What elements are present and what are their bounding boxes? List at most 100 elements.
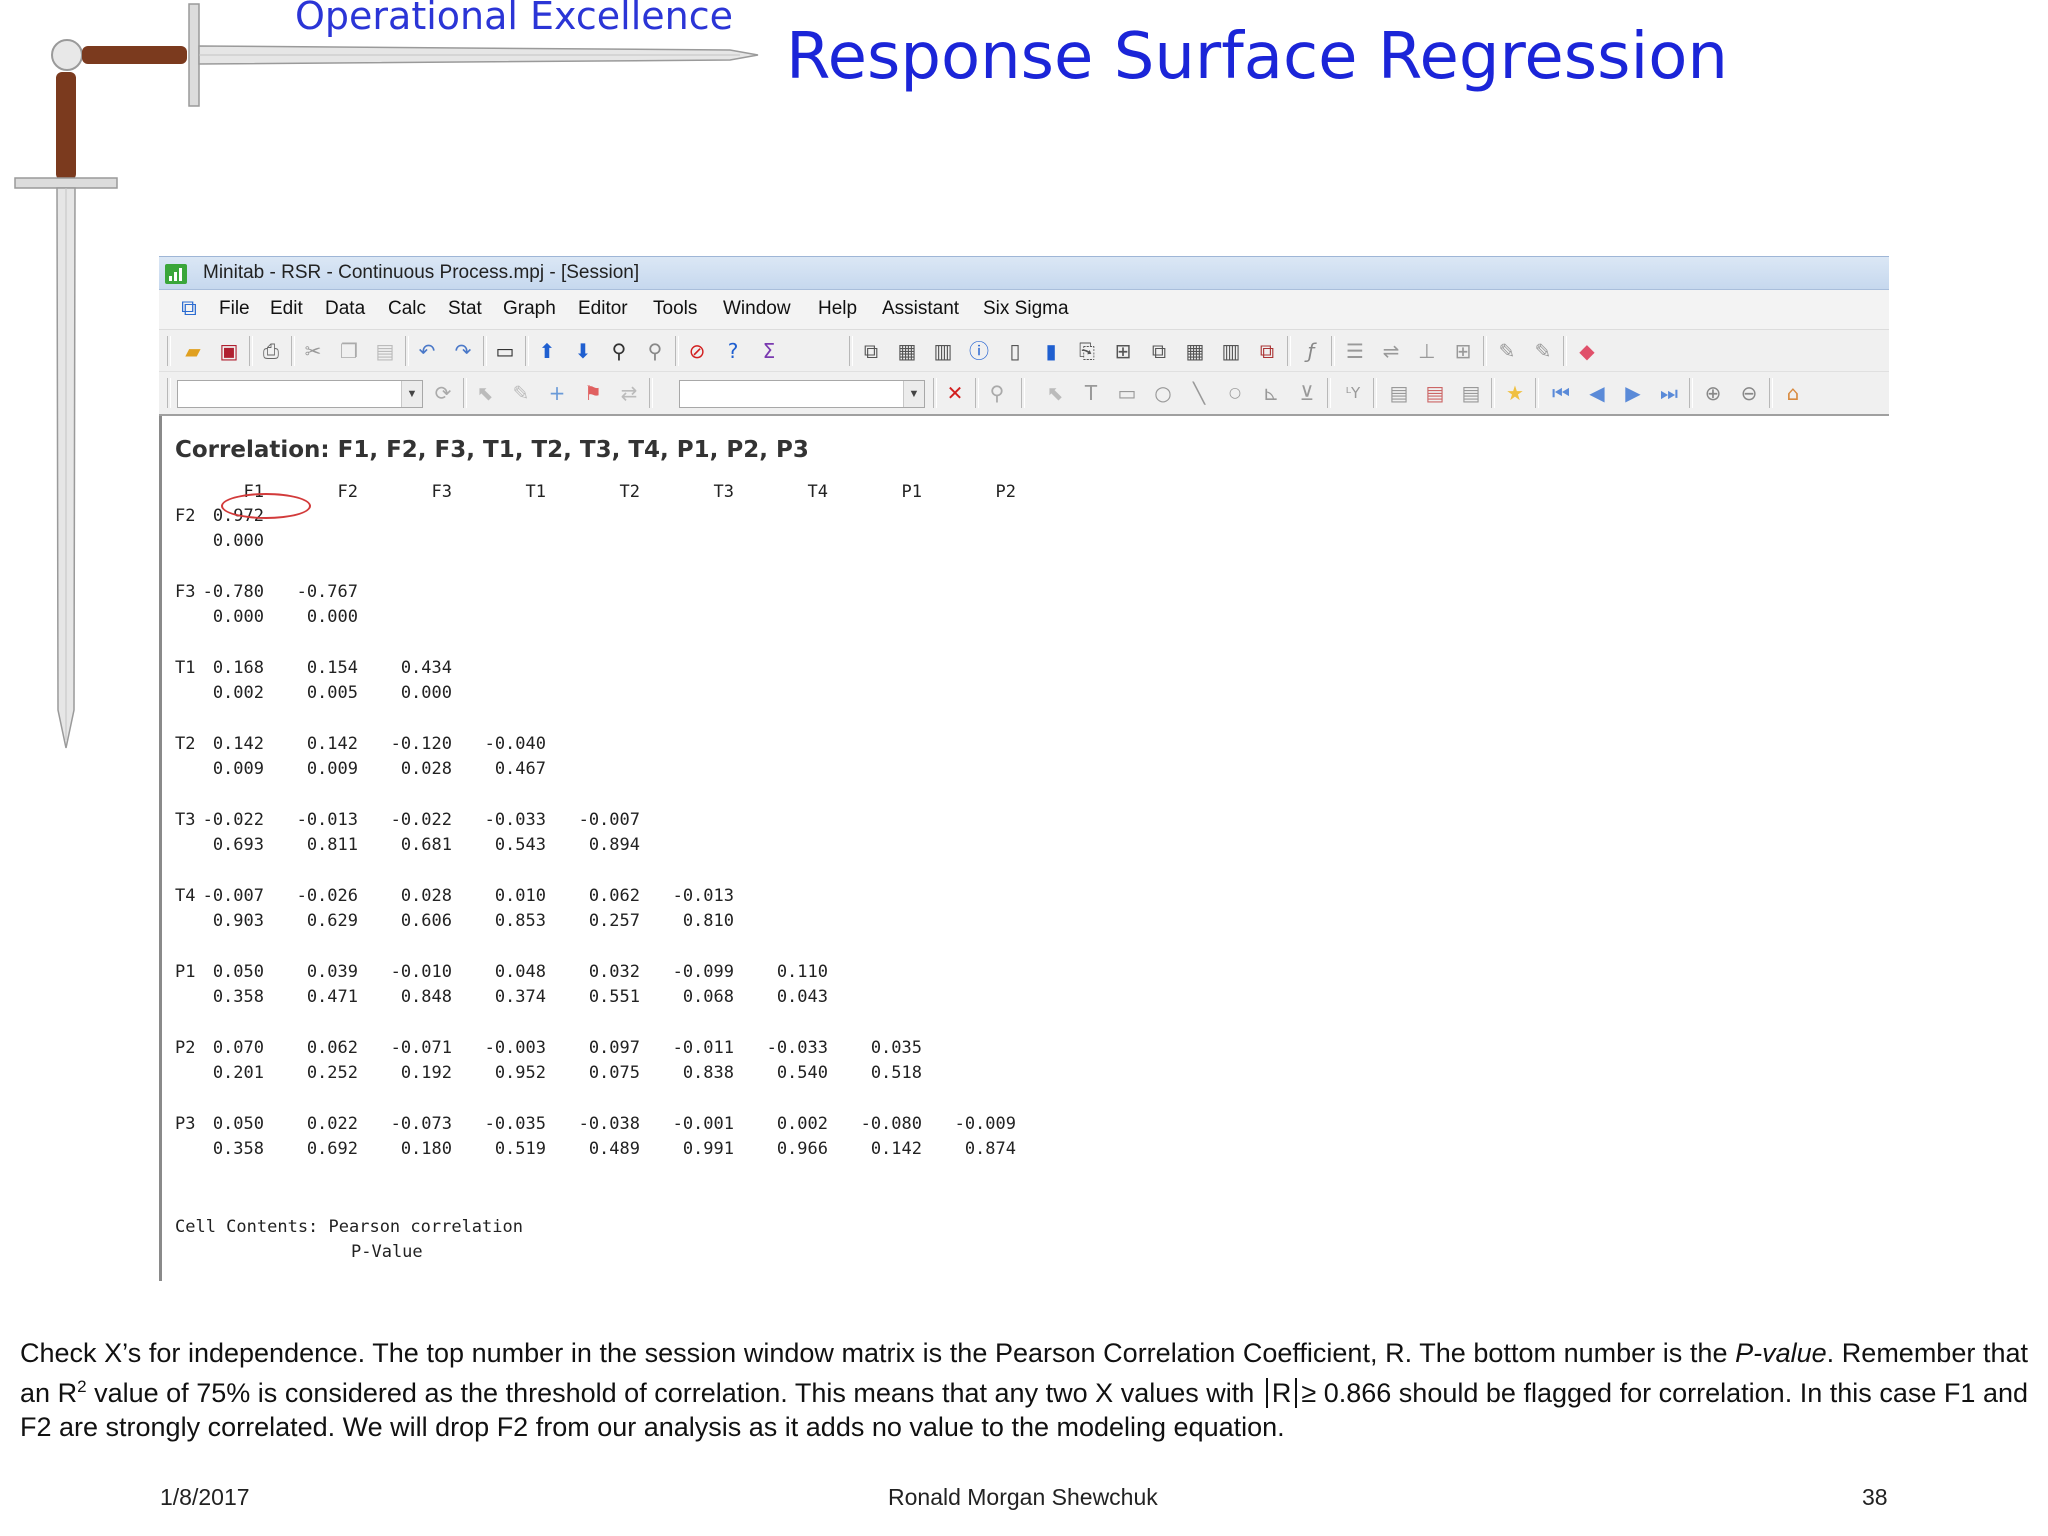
copy-icon[interactable]: ❐ xyxy=(337,339,361,363)
star-icon[interactable]: ★ xyxy=(1503,381,1527,405)
correlation-value: 0.028 xyxy=(400,886,452,906)
correlation-value: -0.120 xyxy=(390,734,452,754)
brushing-icon[interactable]: ⊞ xyxy=(1451,339,1475,363)
info-icon[interactable]: ⓘ xyxy=(967,339,991,363)
find-replace-icon[interactable]: ⚲ xyxy=(643,339,667,363)
remove-graph-icon[interactable]: ▤ xyxy=(1423,381,1447,405)
worksheet-dropdown[interactable]: ▼ xyxy=(177,380,423,408)
column-header-p1: P1 xyxy=(901,482,922,502)
menu-window[interactable]: Window xyxy=(723,298,791,320)
session-pane[interactable]: Correlation: F1, F2, F3, T1, T2, T3, T4,… xyxy=(159,416,1889,1281)
help-icon[interactable]: ? xyxy=(721,339,745,363)
zoom-search-icon[interactable]: ⚲ xyxy=(985,381,1009,405)
next-icon[interactable]: ▶ xyxy=(1621,381,1645,405)
p-value: 0.000 xyxy=(212,531,264,551)
zoom-in-icon[interactable]: ⊕ xyxy=(1701,381,1725,405)
undo-icon[interactable]: ↶ xyxy=(415,339,439,363)
row-id-icon[interactable]: ⊥ xyxy=(1415,339,1439,363)
edit-graph-icon[interactable]: ▤ xyxy=(1387,381,1411,405)
columns-icon[interactable]: ▥ xyxy=(1219,339,1243,363)
window-icon[interactable]: ▭ xyxy=(493,339,517,363)
save-icon[interactable]: ▣ xyxy=(217,339,241,363)
p-value: 0.540 xyxy=(776,1063,828,1083)
correlation-value: -0.767 xyxy=(296,582,358,602)
polyline-tool-icon[interactable]: ⊾ xyxy=(1259,381,1283,405)
new-window-icon[interactable]: ⧉ xyxy=(859,339,883,363)
correlation-value: 0.142 xyxy=(212,734,264,754)
arrow-down-icon[interactable]: ⬇ xyxy=(571,339,595,363)
ellipse-tool-icon[interactable]: ○ xyxy=(1151,381,1175,405)
find-icon[interactable]: ⚲ xyxy=(607,339,631,363)
table-icon[interactable]: ▦ xyxy=(1183,339,1207,363)
flag-icon[interactable]: ⚑ xyxy=(581,381,605,405)
menu-tools[interactable]: Tools xyxy=(653,298,697,320)
line-tool-icon[interactable]: ╲ xyxy=(1187,381,1211,405)
formula-icon[interactable]: ƒ xyxy=(1299,339,1323,363)
session-window-icon[interactable]: ⧉ xyxy=(177,297,201,321)
check-graph-icon[interactable]: ▤ xyxy=(1459,381,1483,405)
correlation-value: 0.002 xyxy=(776,1114,828,1134)
first-icon[interactable]: ⏮ xyxy=(1549,381,1573,405)
print-icon[interactable]: ⎙ xyxy=(259,339,283,363)
window-titlebar[interactable]: Minitab - RSR - Continuous Process.mpj -… xyxy=(159,256,1889,290)
redo-icon[interactable]: ↷ xyxy=(451,339,475,363)
refresh-icon[interactable]: ⟳ xyxy=(431,381,455,405)
text-tool-icon[interactable]: T xyxy=(1079,381,1103,405)
menu-help[interactable]: Help xyxy=(818,298,857,320)
open-folder-icon[interactable]: ▰ xyxy=(181,339,205,363)
p-value: 0.692 xyxy=(306,1139,358,1159)
crosshair-icon[interactable]: + xyxy=(545,381,569,405)
report-pad-icon[interactable]: ▮ xyxy=(1039,339,1063,363)
correlation-value: -0.001 xyxy=(672,1114,734,1134)
delete-x-icon[interactable]: ✕ xyxy=(943,381,967,405)
menu-calc[interactable]: Calc xyxy=(388,298,426,320)
correlation-value: -0.010 xyxy=(390,962,452,982)
correlation-value: 0.062 xyxy=(588,886,640,906)
p-value: 0.848 xyxy=(400,987,452,1007)
arrow-up-icon[interactable]: ⬆ xyxy=(535,339,559,363)
menu-file[interactable]: File xyxy=(219,298,250,320)
brush-tool-icon[interactable]: ✎ xyxy=(509,381,533,405)
paste-icon[interactable]: ▤ xyxy=(373,339,397,363)
worksheet-icon[interactable]: ▦ xyxy=(895,339,919,363)
home-icon[interactable]: ⌂ xyxy=(1781,381,1805,405)
menu-editor[interactable]: Editor xyxy=(578,298,628,320)
pointer-tool-icon[interactable]: ⬉ xyxy=(1043,381,1067,405)
p-value: 0.002 xyxy=(212,683,264,703)
cut-icon[interactable]: ✂ xyxy=(301,339,325,363)
slide-title: Response Surface Regression xyxy=(786,20,1728,94)
zoom-out-icon[interactable]: ⊖ xyxy=(1737,381,1761,405)
marker-tool-icon[interactable]: ○ xyxy=(1223,381,1247,405)
select-pointer-icon[interactable]: ⬉ xyxy=(473,381,497,405)
menu-assistant[interactable]: Assistant xyxy=(882,298,959,320)
brush-icon[interactable]: ☰ xyxy=(1343,339,1367,363)
graph-element-dropdown[interactable]: ▼ xyxy=(679,380,925,408)
y-axis-icon[interactable]: ᴸY xyxy=(1341,381,1365,405)
p-value: 0.853 xyxy=(494,911,546,931)
auto-update-icon[interactable]: ✎ xyxy=(1531,339,1555,363)
history-icon[interactable]: ▯ xyxy=(1003,339,1027,363)
previous-icon[interactable]: ◀ xyxy=(1585,381,1609,405)
last-icon[interactable]: ⏭ xyxy=(1657,381,1681,405)
menu-graph[interactable]: Graph xyxy=(503,298,556,320)
graph-window-icon[interactable]: ▥ xyxy=(931,339,955,363)
graph-folder-icon[interactable]: ⧉ xyxy=(1147,339,1171,363)
p-value: 0.518 xyxy=(870,1063,922,1083)
set-id-icon[interactable]: ⇌ xyxy=(1379,339,1403,363)
update-graph-icon[interactable]: ✎ xyxy=(1495,339,1519,363)
rectangle-tool-icon[interactable]: ▭ xyxy=(1115,381,1139,405)
menu-six-sigma[interactable]: Six Sigma xyxy=(983,298,1069,320)
eraser-icon[interactable]: ◆ xyxy=(1575,339,1599,363)
swap-icon[interactable]: ⇄ xyxy=(617,381,641,405)
polygon-tool-icon[interactable]: ⊻ xyxy=(1295,381,1319,405)
cancel-icon[interactable]: ⊘ xyxy=(685,339,709,363)
p-value: 0.005 xyxy=(306,683,358,703)
menu-data[interactable]: Data xyxy=(325,298,365,320)
related-docs-icon[interactable]: ⎘ xyxy=(1075,339,1099,363)
menu-stat[interactable]: Stat xyxy=(448,298,482,320)
project-manager-icon[interactable]: ⊞ xyxy=(1111,339,1135,363)
sigma-icon[interactable]: Σ xyxy=(757,339,781,363)
close-all-graphs-icon[interactable]: ⧉ xyxy=(1255,339,1279,363)
correlation-value: -0.780 xyxy=(202,582,264,602)
menu-edit[interactable]: Edit xyxy=(270,298,303,320)
